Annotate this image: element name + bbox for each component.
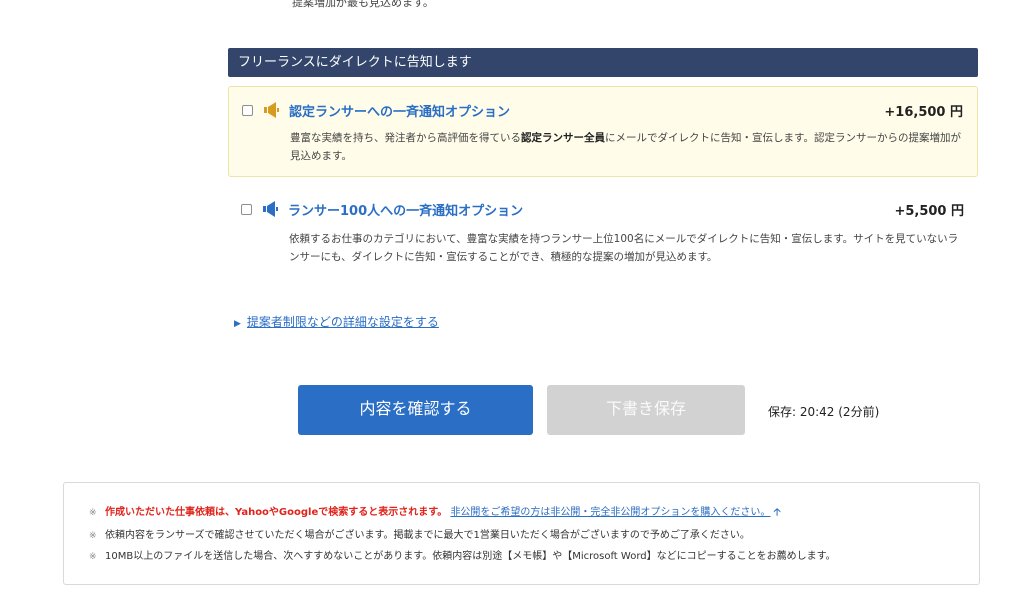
note-item: ※ 作成いただいた仕事依頼は、YahooやGoogleで検索すると表示されます。 … [89,503,781,522]
option-description: 豊富な実績を持ち、発注者から高評価を得ている認定ランサー全員にメールでダイレクト… [290,129,963,165]
note-text: 依頼内容をランサーズで確認させていただく場合がございます。掲載までに最大で1営業… [105,530,750,541]
note-mark: ※ [89,508,97,518]
note-item: ※ 10MB以上のファイルを送信した場合、次へすすめないことがあります。依頼内容は… [89,547,836,562]
confirm-content-button[interactable]: 内容を確認する [298,385,533,435]
option-checkbox-top100[interactable] [241,204,252,215]
triangle-right-icon: ▶ [234,319,241,329]
option-price: +5,500 円 [894,204,964,219]
option-certified-lancer-notify: 認定ランサーへの一斉通知オプション +16,500 円 豊富な実績を持ち、発注者… [228,86,978,177]
option-price: +16,500 円 [884,105,963,120]
note-mark: ※ [89,552,97,562]
save-draft-button[interactable]: 下書き保存 [547,385,745,435]
option-top100-lancer-notify: ランサー100人への一斉通知オプション +5,500 円 依頼するお仕事のカテゴ… [228,188,978,272]
note-item: ※ 依頼内容をランサーズで確認させていただく場合がございます。掲載までに最大で1営… [89,526,750,541]
previous-option-desc-partial: 提案増加が最も見込めます。 [292,0,434,9]
note-mark: ※ [89,531,97,541]
private-option-link[interactable]: 非公開をご希望の方は非公開・完全非公開オプションを購入ください。 [450,507,770,518]
option-row: 認定ランサーへの一斉通知オプション +16,500 円 [242,101,963,120]
advanced-settings-link-row: ▶ 提案者制限などの詳細な設定をする [234,313,439,330]
megaphone-icon [263,201,278,217]
option-title: 認定ランサーへの一斉通知オプション [289,105,511,120]
section-header-direct-notice: フリーランスにダイレクトに告知します [228,48,978,77]
option-description: 依頼するお仕事のカテゴリにおいて、豊富な実績を持つランサー上位100名にメールで… [289,233,959,263]
desc-text: 豊富な実績を持ち、発注者から高評価を得ている [290,132,521,144]
save-status: 保存: 20:42 (2分前) [768,405,880,419]
desc-bold-text: 認定ランサー全員 [521,132,605,144]
note-warning-text: 作成いただいた仕事依頼は、YahooやGoogleで検索すると表示されます。 [105,507,448,518]
option-row: ランサー100人への一斉通知オプション +5,500 円 [241,200,964,219]
advanced-settings-link[interactable]: 提案者制限などの詳細な設定をする [247,315,439,329]
megaphone-icon [264,102,279,118]
arrow-up-icon: 🡡 [773,507,781,518]
option-title: ランサー100人への一斉通知オプション [288,204,524,219]
note-text: 10MB以上のファイルを送信した場合、次へすすめないことがあります。依頼内容は別… [105,551,836,562]
option-checkbox-certified[interactable] [242,105,253,116]
notes-box: ※ 作成いただいた仕事依頼は、YahooやGoogleで検索すると表示されます。 … [63,482,980,585]
